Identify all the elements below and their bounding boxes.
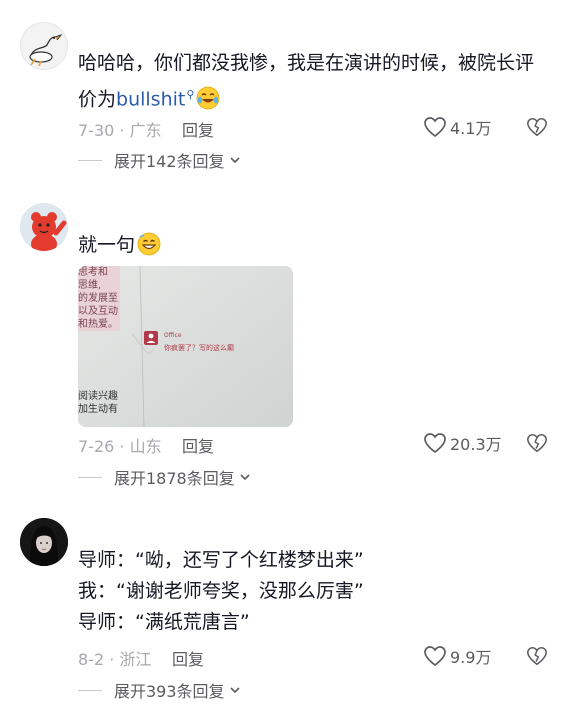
grinning-emoji: [137, 232, 161, 256]
comment-text-fragment: 价为: [78, 88, 117, 111]
like-count: 9.9万: [450, 648, 492, 667]
comment-image[interactable]: 思考和 思维, 的发展至 以及互动 和热爱。 阅读兴趣 加生动有 Office …: [78, 266, 293, 427]
comment-text-fragment: 就一句: [78, 234, 136, 256]
expand-replies-button[interactable]: 展开142条回复: [78, 149, 241, 171]
comment-date-location: 8-2 · 浙江: [78, 650, 152, 669]
photo-text-line: 加生动有: [78, 404, 118, 415]
divider: [78, 689, 102, 691]
expand-replies-button[interactable]: 展开1878条回复: [78, 466, 251, 488]
broken-heart-icon[interactable]: [526, 432, 548, 454]
reply-button[interactable]: 回复: [182, 433, 214, 457]
expand-replies-label: 展开142条回复: [114, 152, 225, 171]
photo-text-line: 和热爱。: [78, 319, 118, 330]
chevron-down-icon: [229, 157, 240, 164]
like-group: 20.3万: [423, 430, 548, 456]
comment-meta: 8-2 · 浙江 回复 9.9万: [78, 643, 548, 669]
photo-comment-text: 你疯罢了？写的这么癫: [164, 344, 234, 352]
photo-office-label: Office: [164, 332, 182, 339]
goose-avatar-icon: [29, 33, 63, 67]
broken-heart-icon[interactable]: [526, 116, 548, 138]
expand-replies-button[interactable]: 展开393条回复: [78, 679, 241, 701]
comment-text-line: 就一句: [78, 230, 548, 261]
comment-text-line: 我：“谢谢老师夸奖，没那么厉害”: [78, 580, 364, 602]
comment-date-location: 7-26 · 山东: [78, 437, 162, 456]
photo-text-line: 思考和: [78, 267, 108, 278]
broken-heart-icon[interactable]: [526, 645, 548, 667]
comment-meta: 7-26 · 山东 回复 20.3万: [78, 430, 548, 456]
comment-text-line: 哈哈哈，你们都没我惨，我是在演讲的时候，被院长评: [78, 52, 535, 74]
comment-text-line: 导师：“呦，还写了个红楼梦出来”: [78, 549, 364, 571]
reply-button[interactable]: 回复: [182, 117, 214, 141]
like-count: 4.1万: [450, 119, 492, 138]
photo-text-line: 以及互动: [78, 306, 118, 317]
divider: [78, 159, 102, 161]
heart-icon[interactable]: [423, 432, 447, 454]
comment-text-line: 导师：“满纸荒唐言”: [78, 611, 250, 633]
heart-icon[interactable]: [423, 116, 447, 138]
avatar[interactable]: [20, 22, 68, 70]
comment-meta: 7-30 · 广东 回复 4.1万: [78, 114, 548, 140]
avatar[interactable]: [20, 518, 68, 566]
chevron-down-icon: [240, 474, 250, 481]
photo-left-bottom-text: 阅读兴趣 加生动有: [78, 390, 128, 416]
photo-text-line: 思维,: [78, 280, 102, 291]
red-bear-avatar-icon: [20, 203, 68, 251]
chevron-down-icon: [229, 687, 240, 694]
photo-text-line: 的发展至: [78, 293, 118, 304]
comment-text-line: 价为bullshit⚲: [78, 79, 548, 115]
like-group: 4.1万: [423, 114, 548, 140]
heart-icon[interactable]: [423, 645, 447, 667]
photo-text-line: 阅读兴趣: [78, 391, 118, 402]
avatar[interactable]: [20, 203, 68, 251]
comment-text: 哈哈哈，你们都没我惨，我是在演讲的时候，被院长评 价为bullshit⚲: [78, 48, 548, 115]
like-group: 9.9万: [423, 643, 548, 669]
search-icon: ⚲: [186, 88, 195, 101]
divider: [78, 476, 102, 478]
photo-left-text: 思考和 思维, 的发展至 以及互动 和热爱。: [78, 266, 122, 331]
expand-replies-label: 展开393条回复: [114, 682, 225, 701]
laughing-crying-emoji: [197, 86, 220, 110]
comment-text: 导师：“呦，还写了个红楼梦出来” 我：“谢谢老师夸奖，没那么厉害” 导师：“满纸…: [78, 545, 548, 638]
reply-button[interactable]: 回复: [172, 646, 204, 670]
search-keyword-link[interactable]: bullshit: [116, 88, 185, 110]
expand-replies-label: 展开1878条回复: [114, 469, 235, 488]
girl-portrait-avatar-icon: [20, 518, 68, 566]
comment-1: 哈哈哈，你们都没我惨，我是在演讲的时候，被院长评 价为bullshit⚲ 7-3…: [0, 0, 570, 180]
comment-text: 就一句: [78, 230, 548, 261]
like-count: 20.3万: [450, 435, 502, 454]
comment-date-location: 7-30 · 广东: [78, 121, 162, 140]
